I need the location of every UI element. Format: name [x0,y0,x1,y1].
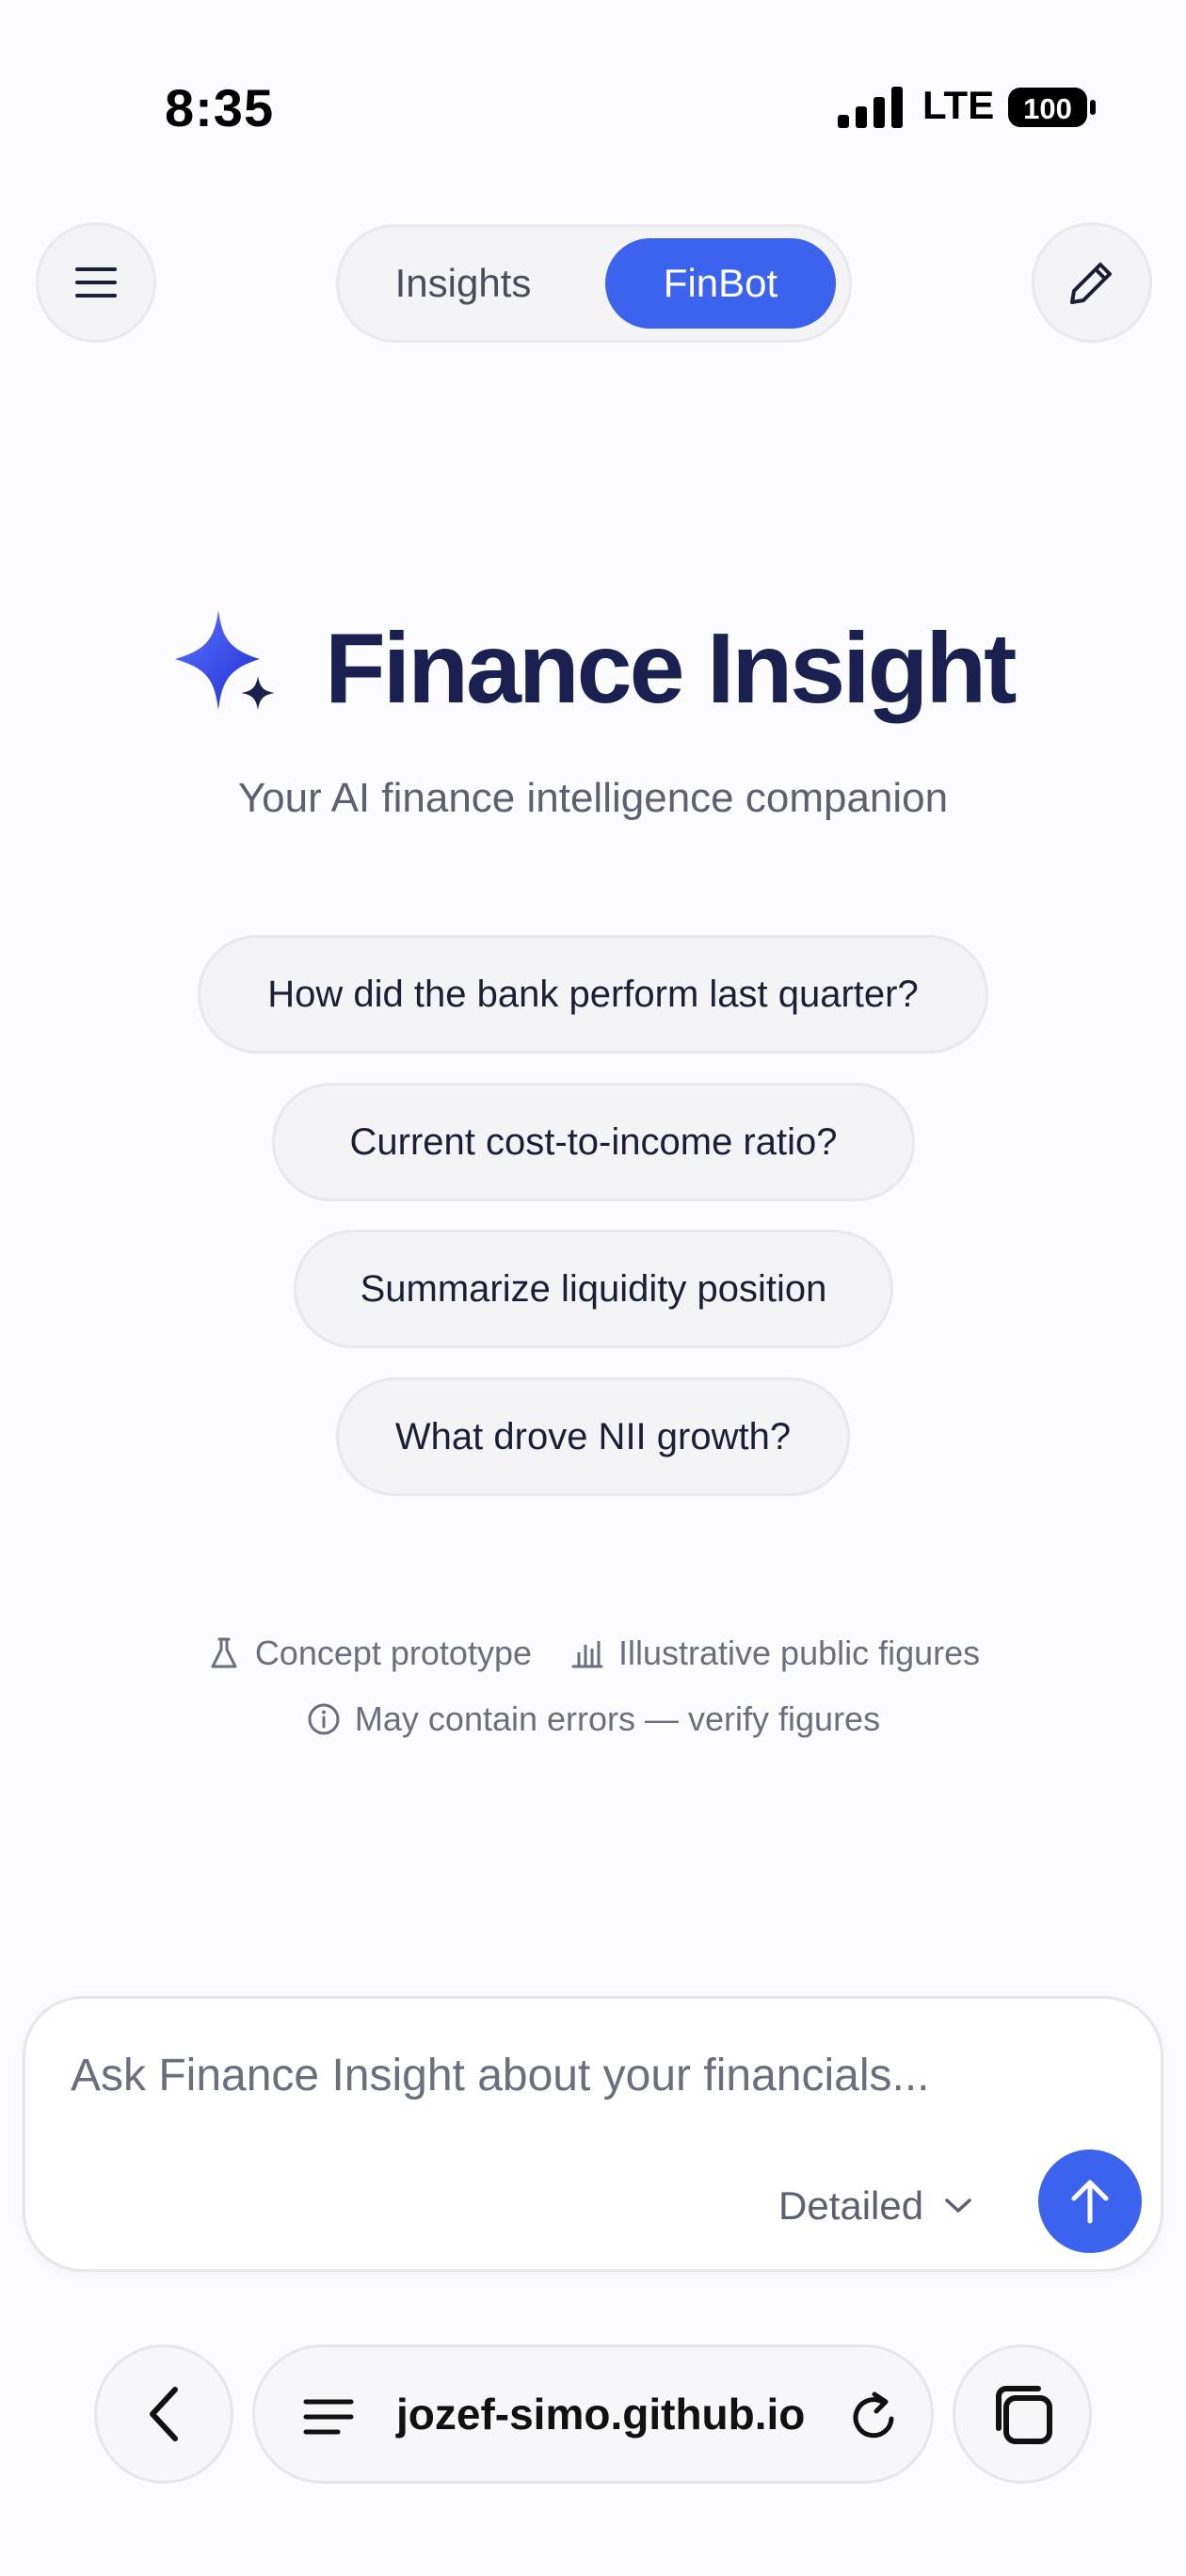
chevron-left-icon [150,2387,178,2441]
disclaimer-row: Concept prototype Illustrative public fi… [0,1634,1186,1673]
status-time: 8:35 [165,78,275,137]
suggestion-chip[interactable]: What drove NII growth? [336,1377,850,1496]
disclaimer-figures: Illustrative public figures [569,1634,980,1673]
status-bar: 8:35 LTE 100 [0,0,1186,217]
message-composer: Detailed [23,1996,1163,2272]
disclaimer-label: May contain errors — verify figures [354,1699,881,1738]
hero-title: Finance Insight [325,613,1017,724]
disclaimer-row: May contain errors — verify figures [0,1699,1186,1739]
reload-icon[interactable] [846,2389,903,2445]
pencil-icon [1070,263,1112,304]
disclaimer-label: Concept prototype [254,1634,532,1672]
hamburger-menu-icon [75,267,117,298]
message-input[interactable] [71,2042,1106,2108]
suggestion-chip[interactable]: Current cost-to-income ratio? [272,1083,915,1201]
response-mode-label: Detailed [778,2183,924,2228]
disclaimer-errors: May contain errors — verify figures [306,1699,880,1739]
suggestion-chip[interactable]: Summarize liquidity position [294,1230,893,1348]
browser-back-button[interactable] [94,2344,233,2484]
info-icon [308,1703,340,1735]
signal-icon [838,87,903,128]
response-mode-select[interactable]: Detailed [778,2173,972,2239]
address-bar[interactable]: jozef-simo.github.io [252,2344,934,2484]
view-switcher: Insights FinBot [336,224,852,343]
hero-subtitle: Your AI finance intelligence companion [237,775,949,821]
menu-button[interactable] [36,222,156,343]
chevron-down-icon [945,2198,971,2213]
send-button[interactable] [1038,2149,1142,2253]
suggestion-chip[interactable]: How did the bank perform last quarter? [198,935,988,1054]
disclaimer-prototype: Concept prototype [206,1634,532,1673]
network-label: LTE [922,83,995,127]
flask-icon [211,1637,237,1668]
bar-chart-icon [571,1641,603,1668]
sparkle-icon [175,610,275,710]
tabs-icon [996,2386,1052,2444]
reader-lines-icon[interactable] [302,2391,355,2443]
new-chat-button[interactable] [1032,222,1152,343]
tab-insights[interactable]: Insights [350,238,576,329]
disclaimer-label: Illustrative public figures [618,1634,981,1672]
battery-icon: 100 [1008,88,1096,127]
browser-tabs-button[interactable] [953,2344,1092,2484]
battery-level: 100 [1023,92,1072,125]
url-text: jozef-simo.github.io [396,2390,806,2439]
arrow-up-icon [1071,2180,1109,2224]
tab-finbot[interactable]: FinBot [605,238,836,329]
